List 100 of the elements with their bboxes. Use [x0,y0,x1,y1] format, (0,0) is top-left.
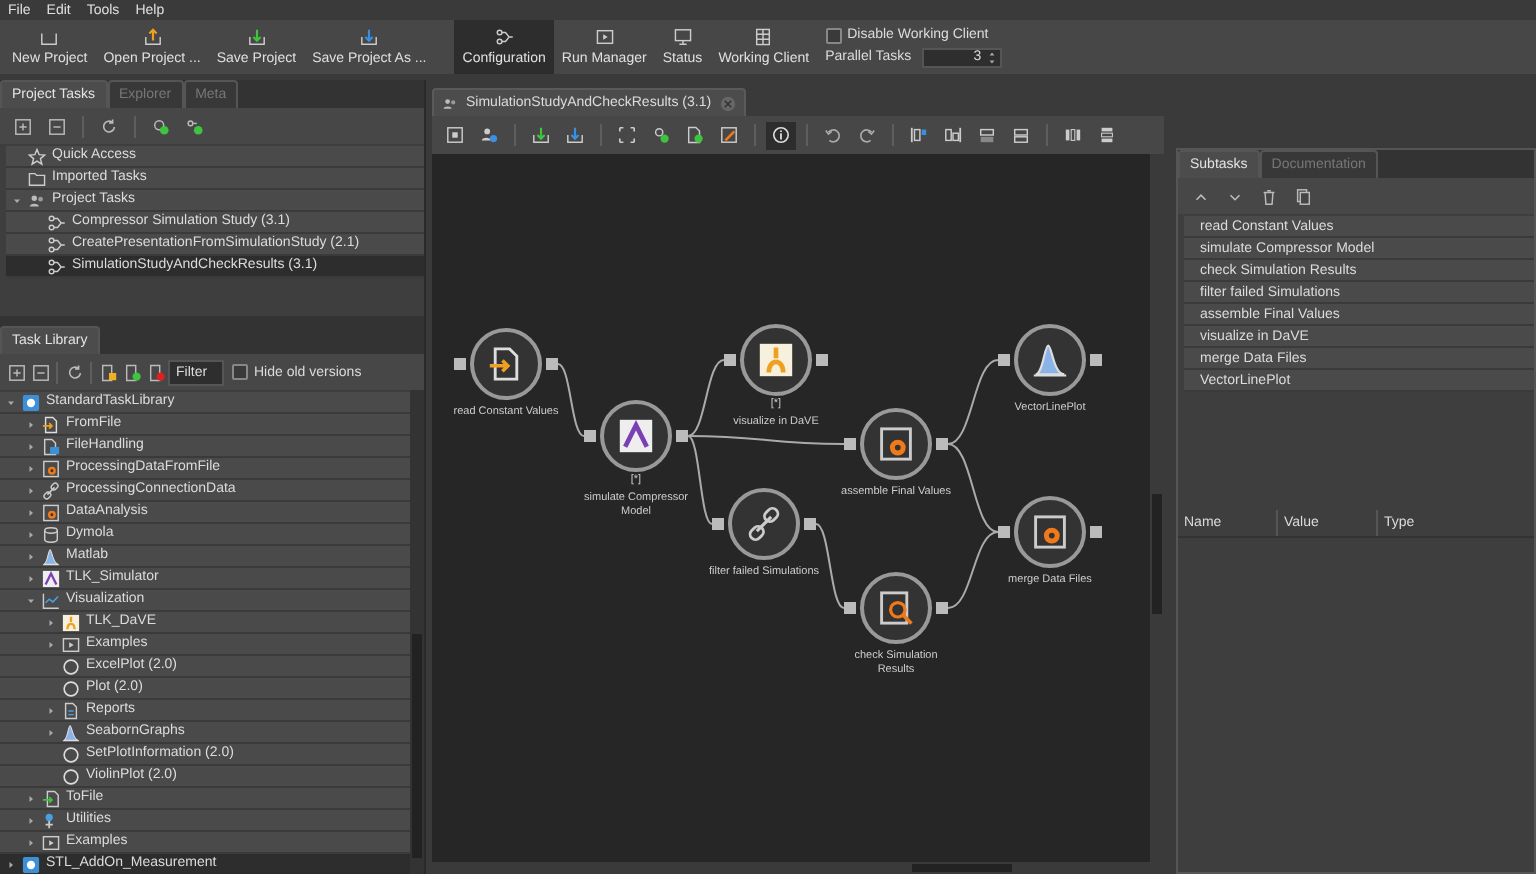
file-import-icon [42,415,60,433]
edit-file-icon [720,126,738,144]
save-as-icon [360,28,379,46]
people-icon [442,95,458,111]
collapse-all-icon[interactable] [31,363,49,381]
run-icon [446,126,464,144]
task-node[interactable] [1014,496,1086,568]
expand-all-icon[interactable] [7,363,25,381]
checkbox[interactable] [232,364,248,380]
file-icon [42,437,60,455]
collapsed-arrow-icon[interactable] [25,485,35,495]
task-node[interactable] [1014,324,1086,396]
scrollbar[interactable] [1150,154,1164,874]
task-circle-icon [62,657,80,675]
align-bottom-icon [1012,126,1030,144]
magnifier-icon [878,590,914,626]
collapsed-arrow-icon[interactable] [25,507,35,517]
dave-icon [758,342,794,378]
file-import-icon [488,346,524,382]
checkbox[interactable] [825,27,842,43]
collapsed-arrow-icon[interactable] [25,551,35,561]
link-icon [746,506,782,542]
gear-file-icon [1032,514,1068,550]
flow-icon [48,213,66,231]
locked-file-icon[interactable] [99,363,117,381]
distribute-vertical-icon [1098,126,1116,144]
database-icon [42,525,60,543]
expanded-arrow-icon[interactable] [11,195,21,205]
grid-icon [754,28,773,46]
refresh-icon[interactable] [65,363,83,381]
connector-line [947,443,999,533]
flow-icon [48,257,66,275]
collapsed-arrow-icon[interactable] [45,617,55,627]
task-circle-icon [62,679,80,697]
expand-all-icon[interactable] [14,117,32,135]
star-icon [28,147,46,165]
connector-line [947,531,999,609]
examples-folder-icon [62,635,80,653]
add-file-icon[interactable] [123,363,141,381]
task-node[interactable] [860,572,932,644]
peak-chart-icon [62,723,80,741]
connector-line [947,359,999,445]
collapsed-arrow-icon[interactable] [25,419,35,429]
task-node[interactable] [470,328,542,400]
link-icon [42,481,60,499]
collapsed-arrow-icon[interactable] [25,441,35,451]
collapsed-arrow-icon[interactable] [25,793,35,803]
task-node[interactable] [740,324,812,396]
gear-file-icon [878,426,914,462]
collapsed-arrow-icon[interactable] [25,837,35,847]
expanded-arrow-icon[interactable] [5,397,15,407]
collapsed-arrow-icon[interactable] [45,727,55,737]
undo-icon [824,126,842,144]
info-icon [772,126,790,144]
close-icon[interactable] [719,95,736,111]
dave-icon [62,613,80,631]
collapsed-arrow-icon[interactable] [45,639,55,649]
align-top-icon [978,126,996,144]
redo-icon [858,126,876,144]
library-icon [22,393,40,411]
task-node[interactable] [600,400,672,472]
collapsed-arrow-icon[interactable] [25,463,35,473]
open-project-icon [143,28,162,46]
task-node[interactable] [728,488,800,560]
refresh-icon[interactable] [100,117,118,135]
trash-icon[interactable] [1260,187,1278,205]
align-right-icon [944,126,962,144]
people-refresh-icon [480,126,498,144]
save-as-icon [566,126,584,144]
save-project-icon [532,126,550,144]
line-chart-icon [42,591,60,609]
scrollbar[interactable] [432,862,1150,874]
collapsed-arrow-icon[interactable] [45,705,55,715]
collapsed-arrow-icon[interactable] [25,529,35,539]
report-icon [62,701,80,719]
collapsed-arrow-icon[interactable] [25,573,35,583]
flow-icon [495,28,514,46]
add-file-icon [686,126,704,144]
task-node[interactable] [860,408,932,480]
add-task-icon[interactable] [152,117,170,135]
copy-icon[interactable] [1294,187,1312,205]
save-project-icon [247,28,266,46]
folder-icon [28,169,46,187]
gear-file-icon [42,503,60,521]
remove-file-icon[interactable] [147,363,165,381]
scrollbar[interactable] [410,390,424,874]
library-icon [22,855,40,873]
collapse-all-icon[interactable] [48,117,66,135]
simulator-icon [42,569,60,587]
new-project-icon [40,28,59,46]
collapsed-arrow-icon[interactable] [25,815,35,825]
info-button[interactable] [766,121,796,149]
expanded-arrow-icon[interactable] [25,595,35,605]
connector-line [557,363,585,437]
people-icon [28,191,46,209]
distribute-horizontal-icon [1064,126,1082,144]
collapsed-arrow-icon[interactable] [5,859,15,869]
examples-folder-icon [42,833,60,851]
add-flow-icon[interactable] [186,117,204,135]
fit-view-icon [618,126,636,144]
